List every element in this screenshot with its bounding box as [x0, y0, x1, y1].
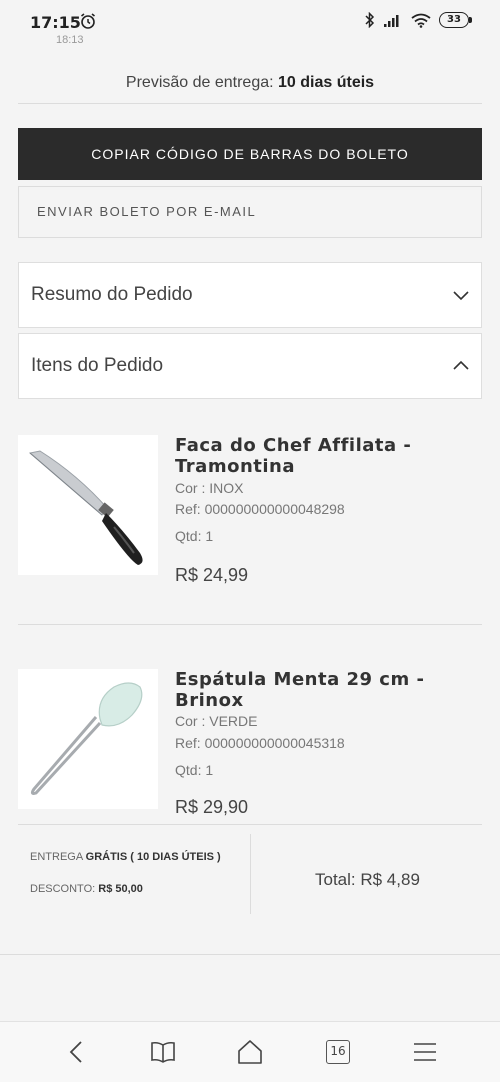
email-boleto-button[interactable]: ENVIAR BOLETO POR E-MAIL	[18, 186, 482, 238]
divider	[18, 624, 482, 625]
chevron-up-icon	[453, 360, 469, 370]
delivery-value: 10 dias úteis	[278, 74, 375, 91]
back-button[interactable]	[62, 1038, 90, 1066]
product-qty: Qtd: 1	[175, 528, 214, 544]
delivery-label: Previsão de entrega:	[125, 74, 274, 91]
discount-value: R$ 50,00	[98, 883, 143, 895]
tabs-button[interactable]: 16	[324, 1038, 352, 1066]
spatula-image	[30, 682, 143, 795]
product-image[interactable]	[18, 669, 158, 809]
order-item: Faca do Chef Affilata - Tramontina Cor :…	[18, 435, 482, 595]
shipping-label: ENTREGA	[30, 851, 83, 863]
ghost-time-text: 18:13	[56, 34, 84, 46]
alarm-icon	[81, 13, 95, 29]
book-icon	[151, 1041, 175, 1063]
chevron-down-icon	[453, 291, 469, 301]
order-item: Espátula Menta 29 cm - Brinox Cor : VERD…	[18, 669, 482, 819]
home-button[interactable]	[236, 1038, 264, 1066]
order-totals: ENTREGA GRÁTIS ( 10 DIAS ÚTEIS ) DESCONT…	[18, 824, 482, 916]
product-color: Cor : INOX	[175, 480, 244, 496]
shipping-info: ENTREGA GRÁTIS ( 10 DIAS ÚTEIS )	[30, 851, 221, 863]
discount-label: DESCONTO:	[30, 883, 96, 895]
copy-barcode-button[interactable]: COPIAR CÓDIGO DE BARRAS DO BOLETO	[18, 128, 482, 180]
product-image[interactable]	[18, 435, 158, 575]
back-icon	[69, 1041, 82, 1063]
accordion-order-summary[interactable]: Resumo do Pedido	[18, 262, 482, 328]
bookmarks-button[interactable]	[149, 1038, 177, 1066]
battery-icon: 33	[439, 12, 472, 28]
menu-icon	[414, 1043, 436, 1061]
browser-navbar: 16	[0, 1021, 500, 1082]
accordion-label: Resumo do Pedido	[31, 284, 193, 305]
tabs-icon: 16	[326, 1040, 350, 1064]
discount-info: DESCONTO: R$ 50,00	[30, 883, 143, 895]
product-ref: Ref: 000000000000048298	[175, 501, 345, 517]
product-name[interactable]: Faca do Chef Affilata - Tramontina	[175, 435, 465, 477]
shipping-value: GRÁTIS ( 10 DIAS ÚTEIS )	[85, 851, 221, 863]
divider	[0, 954, 500, 955]
knife-image	[28, 450, 143, 565]
product-price: R$ 29,90	[175, 797, 249, 817]
product-color: Cor : VERDE	[175, 713, 258, 729]
accordion-order-items[interactable]: Itens do Pedido	[18, 333, 482, 399]
product-ref: Ref: 000000000000045318	[175, 735, 345, 751]
product-name[interactable]: Espátula Menta 29 cm - Brinox	[175, 669, 465, 711]
battery-level: 33	[439, 12, 469, 28]
order-total: Total: R$ 4,89	[315, 870, 420, 889]
divider	[18, 103, 482, 104]
status-time: 17:15	[30, 13, 81, 32]
delivery-estimate: Previsão de entrega: 10 dias úteis	[0, 74, 500, 92]
divider	[18, 824, 482, 825]
bluetooth-icon	[365, 12, 375, 28]
menu-button[interactable]	[411, 1038, 439, 1066]
accordion-label: Itens do Pedido	[31, 355, 164, 376]
status-icons: 33	[365, 12, 472, 28]
divider	[250, 834, 251, 914]
product-price: R$ 24,99	[175, 565, 249, 585]
wifi-icon	[411, 13, 431, 28]
home-icon	[238, 1040, 262, 1064]
signal-icon	[384, 15, 399, 27]
product-qty: Qtd: 1	[175, 762, 214, 778]
